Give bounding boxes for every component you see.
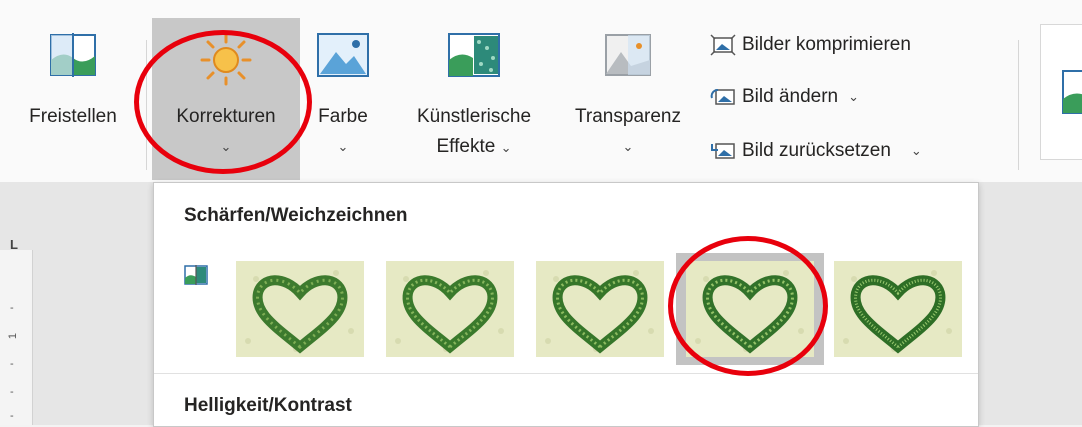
color-picture-icon	[317, 33, 369, 77]
ruler-tick: -	[10, 386, 14, 398]
section-title-schaerfen: Schärfen/Weichzeichnen	[184, 205, 408, 226]
transparenz-label: Transparenz	[575, 106, 681, 127]
section-title-helligkeit: Helligkeit/Kontrast	[184, 395, 352, 416]
reset-picture-icon	[711, 143, 735, 159]
sharpen-thumb-4[interactable]	[676, 253, 824, 365]
chevron-down-icon: ⌄	[622, 139, 634, 154]
heart-image	[834, 261, 962, 357]
chevron-down-icon: ⌄	[337, 139, 349, 154]
ruler-tick: -	[10, 410, 14, 422]
transparenz-button[interactable]: Transparenz ⌄	[560, 30, 696, 154]
chevron-down-icon: ⌄	[910, 143, 922, 158]
sharpen-thumb-3[interactable]	[536, 261, 664, 357]
ruler-tick: -	[10, 358, 14, 370]
freistellen-label: Freistellen	[29, 106, 117, 127]
picture-styles-gallery[interactable]	[1040, 24, 1082, 160]
chevron-down-icon: ⌄	[220, 139, 232, 154]
bild-aendern-button[interactable]: Bild ändern ⌄	[710, 86, 859, 108]
freistellen-button[interactable]: Freistellen	[8, 30, 138, 128]
ribbon-divider	[1018, 40, 1019, 170]
picture-style-icon	[1062, 70, 1082, 114]
farbe-label: Farbe	[318, 106, 368, 127]
ruler-number: 1	[7, 332, 20, 340]
transparency-icon	[605, 34, 651, 76]
heart-image	[236, 261, 364, 357]
korrekturen-dropdown: Schärfen/Weichzeichnen Helligkeit/Kontra…	[153, 182, 979, 427]
sun-icon	[200, 32, 252, 86]
kuenstlerische-label-1: Künstlerische	[416, 106, 532, 127]
bilder-komprimieren-button[interactable]: Bilder komprimieren	[710, 34, 911, 56]
artistic-effects-icon	[448, 33, 500, 77]
korrekturen-label: Korrekturen	[176, 106, 276, 127]
heart-image	[536, 261, 664, 357]
kuenstlerische-label-2: Effekte ⌄	[436, 136, 512, 157]
kuenstlerische-effekte-button[interactable]: Künstlerische Effekte ⌄	[394, 30, 554, 158]
chevron-down-icon: ⌄	[848, 89, 860, 104]
picture-corrections-options-icon[interactable]	[184, 263, 208, 287]
heart-image	[386, 261, 514, 357]
sharpen-thumb-2[interactable]	[386, 261, 514, 357]
korrekturen-button[interactable]: Korrekturen ⌄	[156, 30, 296, 154]
farbe-button[interactable]: Farbe ⌄	[306, 30, 380, 154]
ribbon-divider	[146, 40, 147, 170]
chevron-down-icon: ⌄	[500, 140, 512, 155]
ruler-tick: -	[10, 302, 14, 314]
heart-image	[686, 261, 814, 357]
compress-pictures-icon	[710, 34, 736, 56]
remove-background-icon	[50, 33, 96, 77]
vertical-ruler: - 1 - - -	[0, 250, 33, 425]
section-separator	[154, 373, 978, 374]
bilder-komprimieren-label: Bilder komprimieren	[742, 34, 911, 55]
sharpen-thumb-5[interactable]	[834, 261, 962, 357]
bild-zuruecksetzen-button[interactable]: Bild zurücksetzen ⌄	[710, 140, 922, 162]
bild-aendern-label: Bild ändern	[742, 86, 839, 107]
sharpen-thumb-1[interactable]	[236, 261, 364, 357]
change-picture-icon	[710, 89, 735, 105]
bild-zuruecksetzen-label: Bild zurücksetzen	[742, 140, 891, 161]
